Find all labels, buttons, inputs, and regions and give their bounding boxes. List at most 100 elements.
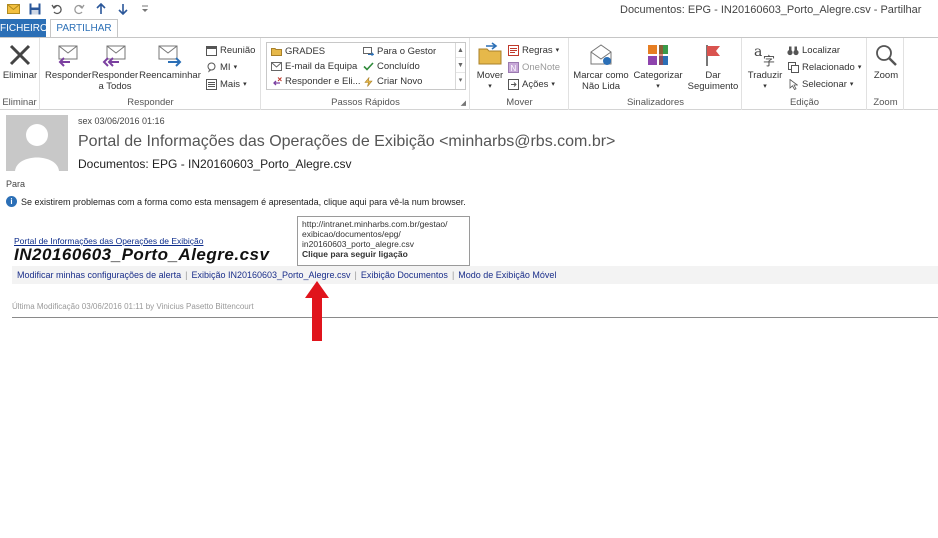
mark-label-1: Marcar como	[573, 70, 629, 81]
view-document-link[interactable]: Exibição IN20160603_Porto_Alegre.csv	[191, 270, 350, 280]
zoom-button[interactable]: Zoom	[870, 42, 902, 81]
save-icon[interactable]	[28, 2, 42, 16]
ribbon-tabs: FICHEIRO PARTILHAR	[0, 19, 938, 39]
red-arrow-annotation	[304, 280, 330, 342]
tab-partilhar[interactable]: PARTILHAR	[50, 19, 118, 39]
mail-icon[interactable]	[6, 2, 20, 16]
sender-avatar	[6, 115, 68, 171]
translate-icon: a字	[751, 42, 779, 68]
forward-mail-icon	[362, 46, 374, 58]
group-zoom: Zoom Zoom	[868, 38, 904, 110]
quick-step-reply-delete[interactable]: Responder e Eli...	[270, 74, 361, 89]
separator: |	[451, 270, 455, 280]
separator: |	[354, 270, 357, 280]
down-icon[interactable]	[116, 2, 130, 16]
move-button[interactable]: Mover ▾	[473, 42, 507, 92]
group-label: Zoom	[873, 97, 898, 108]
follow-up-label-1: Dar	[705, 70, 721, 81]
quick-step-label: Concluído	[377, 61, 420, 72]
quick-step-done[interactable]: Concluído	[362, 59, 420, 74]
tab-file[interactable]: FICHEIRO	[0, 19, 48, 38]
dropdown-icon: ▾	[233, 64, 238, 71]
actions-button[interactable]: Ações ▾	[507, 77, 555, 92]
categorize-button[interactable]: Categorizar ▾	[632, 42, 684, 92]
undo-icon[interactable]	[50, 2, 64, 16]
reply-all-icon	[101, 42, 129, 68]
title-bar: Documentos: EPG - IN20160603_Porto_Alegr…	[0, 0, 938, 20]
select-label: Selecionar	[802, 79, 847, 90]
categorize-icon	[644, 42, 672, 68]
im-button[interactable]: MI ▾	[205, 60, 237, 75]
im-icon	[205, 62, 217, 74]
dropdown-icon: ▾	[488, 83, 492, 90]
meeting-label: Reunião	[220, 45, 256, 56]
quick-step-label: Responder e Eli...	[285, 76, 361, 87]
onenote-button[interactable]: N OneNote	[507, 60, 560, 75]
message-to-label: Para	[6, 179, 26, 189]
delete-button[interactable]: Eliminar	[2, 42, 38, 81]
related-icon	[787, 62, 799, 74]
ribbon: Eliminar Eliminar Responder Responder a …	[0, 37, 938, 110]
forward-button[interactable]: Reencaminhar	[139, 42, 201, 81]
quick-step-manager[interactable]: Para o Gestor	[362, 44, 436, 59]
meeting-button[interactable]: Reunião	[205, 43, 255, 58]
scroll-up-icon[interactable]: ▲	[456, 43, 465, 58]
quick-step-label: Criar Novo	[377, 76, 423, 87]
move-label: Mover	[476, 70, 504, 81]
find-label: Localizar	[802, 45, 841, 56]
dropdown-icon: ▾	[849, 81, 854, 88]
message-date: sex 03/06/2016 01:16	[78, 116, 165, 126]
rules-label: Regras	[522, 45, 553, 56]
expand-gallery-icon[interactable]: ▾	[456, 73, 465, 88]
info-bar[interactable]: i Se existirem problemas com a forma com…	[6, 196, 466, 207]
message-sender[interactable]: Portal de Informações das Operações de E…	[78, 133, 615, 151]
mark-unread-button[interactable]: Marcar como Não Lida	[570, 42, 632, 92]
info-bar-text: Se existirem problemas com a forma como …	[21, 196, 466, 207]
tooltip-url-line: in20160603_porto_alegre.csv	[302, 239, 415, 249]
tooltip-hint: Clique para seguir ligação	[302, 249, 408, 259]
view-documents-link[interactable]: Exibição Documentos	[361, 270, 448, 280]
info-icon: i	[6, 196, 17, 207]
rules-icon	[507, 45, 519, 57]
quick-step-create-new[interactable]: Criar Novo	[362, 74, 422, 89]
more-label: Mais	[220, 79, 241, 90]
translate-button[interactable]: a字 Traduzir ▾	[745, 42, 785, 92]
more-button[interactable]: Mais ▾	[205, 77, 247, 92]
group-label: Eliminar	[2, 97, 37, 108]
cursor-icon	[787, 79, 799, 91]
customize-icon[interactable]	[138, 2, 152, 16]
quick-step-grades[interactable]: GRADES	[270, 44, 325, 59]
related-button[interactable]: Relacionado ▾	[787, 60, 861, 75]
group-label: Edição	[789, 97, 820, 108]
find-button[interactable]: Localizar	[787, 43, 840, 58]
group-label: Sinalizadores	[626, 97, 685, 108]
reply-button[interactable]: Responder	[45, 42, 91, 81]
dropdown-icon: ▾	[656, 83, 660, 90]
gallery-scroll[interactable]: ▲ ▼ ▾	[455, 43, 465, 89]
alert-links-bar: Modificar minhas configurações de alerta…	[12, 266, 938, 284]
rules-button[interactable]: Regras ▾	[507, 43, 559, 58]
modify-alert-settings-link[interactable]: Modificar minhas configurações de alerta	[17, 270, 181, 280]
last-modified: Última Modificação 03/06/2016 01:11 by V…	[12, 302, 254, 311]
reply-all-label-2: a Todos	[98, 81, 132, 92]
scroll-down-icon[interactable]: ▼	[456, 58, 465, 73]
checkmark-icon	[362, 61, 374, 73]
quick-step-label: Para o Gestor	[377, 46, 437, 57]
quick-step-team-email[interactable]: E-mail da Equipa	[270, 59, 357, 74]
reply-all-button[interactable]: Responder a Todos	[91, 42, 139, 92]
reply-all-label-1: Responder	[91, 70, 139, 81]
lightning-icon	[362, 76, 374, 88]
zoom-label: Zoom	[873, 70, 899, 81]
related-label: Relacionado	[802, 62, 855, 73]
redo-icon[interactable]	[72, 2, 86, 16]
reply-label: Responder	[45, 70, 92, 81]
follow-up-button[interactable]: Dar Seguimento	[684, 42, 742, 92]
group-label: Passos Rápidos	[331, 97, 400, 108]
up-icon[interactable]	[94, 2, 108, 16]
dropdown-icon: ▾	[243, 81, 247, 88]
select-button[interactable]: Selecionar ▾	[787, 77, 853, 92]
divider	[12, 317, 938, 318]
move-folder-icon	[476, 42, 504, 68]
mobile-view-link[interactable]: Modo de Exibição Móvel	[458, 270, 556, 280]
dialog-launcher-icon[interactable]: ◢	[461, 99, 466, 107]
